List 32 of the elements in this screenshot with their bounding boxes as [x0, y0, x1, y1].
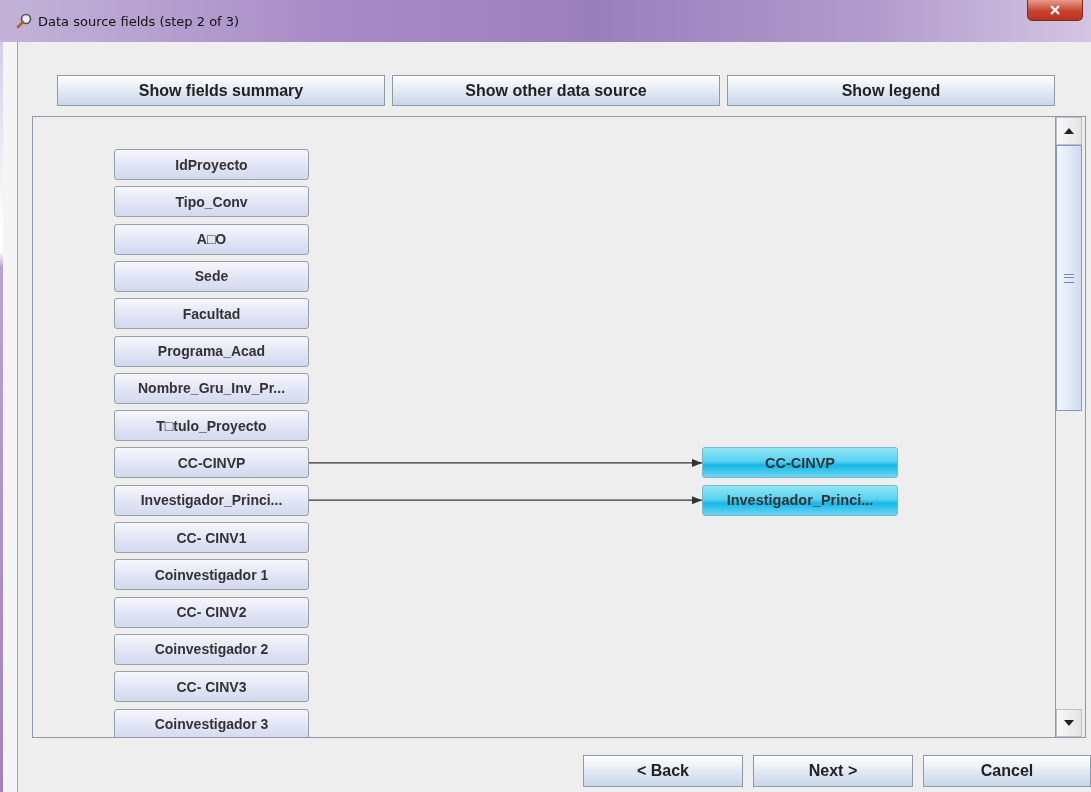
wizard-button[interactable]: < Back — [583, 755, 743, 787]
toolbar-button[interactable]: Show legend — [727, 75, 1055, 106]
magnifier-icon — [16, 13, 32, 29]
source-field-node[interactable]: IdProyecto — [114, 149, 309, 180]
wizard-button[interactable]: Next > — [753, 755, 913, 787]
source-field-node[interactable]: Coinvestigador 3 — [114, 708, 309, 737]
source-field-node[interactable]: CC-CINVP — [114, 447, 309, 479]
wizard-button[interactable]: Cancel — [923, 755, 1091, 787]
source-field-node[interactable]: Tipo_Conv — [114, 186, 309, 218]
window-title: Data source fields (step 2 of 3) — [38, 13, 240, 29]
source-field-node[interactable]: T□tulo_Proyecto — [114, 410, 309, 442]
close-button[interactable] — [1027, 0, 1083, 21]
source-field-node[interactable]: Investigador_Princi... — [114, 484, 309, 516]
source-field-node[interactable]: Sede — [114, 260, 309, 292]
source-field-node[interactable]: CC- CINV1 — [114, 522, 309, 553]
source-field-node[interactable]: Programa_Acad — [114, 335, 309, 367]
toolbar-button[interactable]: Show fields summary — [57, 75, 385, 106]
scroll-up-icon[interactable] — [1064, 128, 1074, 134]
source-field-node[interactable]: Coinvestigador 2 — [114, 633, 309, 665]
source-field-node[interactable]: CC- CINV2 — [114, 596, 309, 628]
target-field-node[interactable]: CC-CINVP — [702, 447, 898, 479]
source-field-node[interactable]: Nombre_Gru_Inv_Pr... — [114, 372, 309, 404]
close-icon — [1049, 5, 1061, 15]
toolbar-button[interactable]: Show other data source — [392, 75, 720, 106]
scroll-down-icon[interactable] — [1064, 720, 1074, 726]
source-field-node[interactable]: A□O — [114, 223, 309, 255]
source-field-node[interactable]: Coinvestigador 1 — [114, 559, 309, 591]
target-field-node[interactable]: Investigador_Princi... — [702, 484, 898, 516]
grip-icon — [1064, 273, 1074, 283]
source-field-node[interactable]: CC- CINV3 — [114, 671, 309, 703]
source-field-node[interactable]: Facultad — [114, 298, 309, 330]
vertical-scrollbar[interactable] — [1055, 117, 1082, 737]
